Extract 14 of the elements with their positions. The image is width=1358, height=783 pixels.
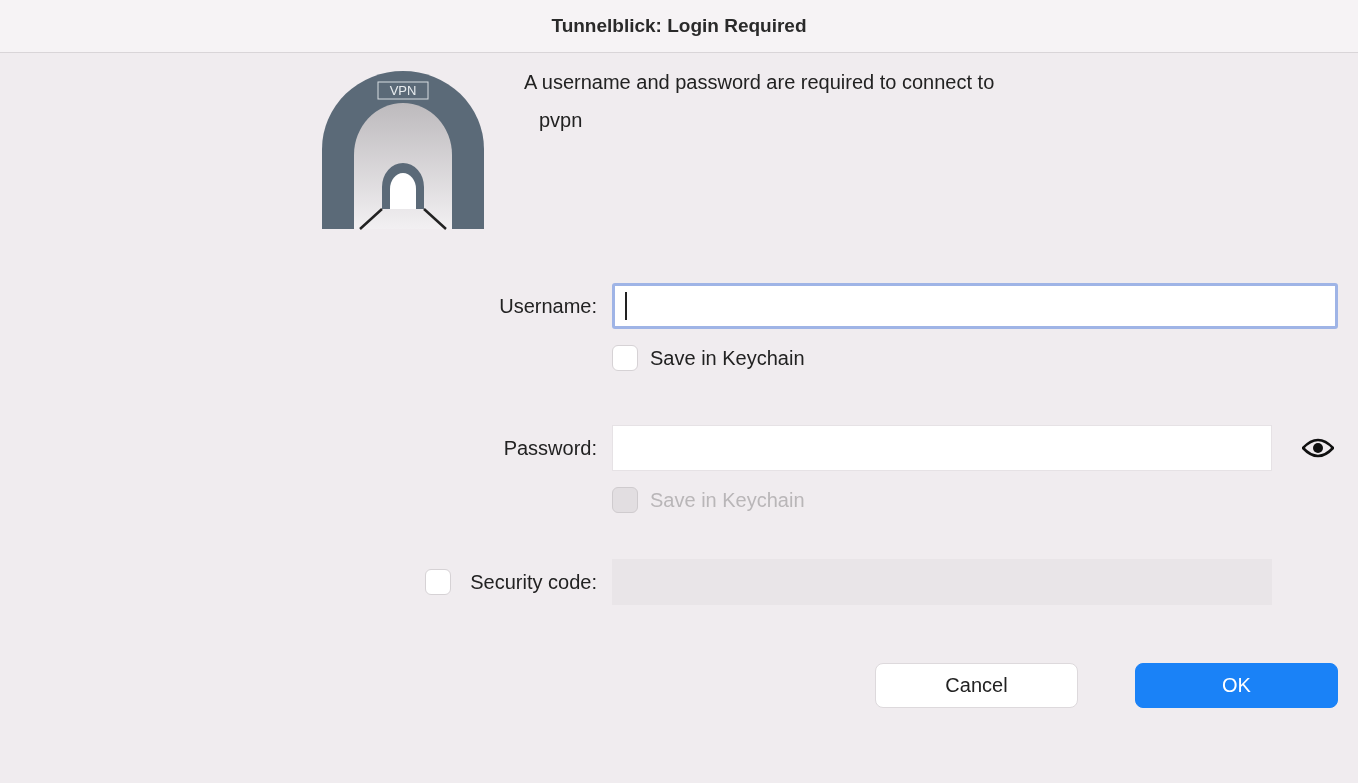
eye-icon[interactable] xyxy=(1302,438,1334,458)
ok-button[interactable]: OK xyxy=(1135,663,1338,708)
cancel-button[interactable]: Cancel xyxy=(875,663,1078,708)
field-label: Password: xyxy=(503,436,597,460)
field-label: Username: xyxy=(499,294,597,318)
checkbox[interactable] xyxy=(612,345,638,371)
checkbox-label: Save in Keychain xyxy=(650,346,805,370)
message-text: A username and password are required to connect to xyxy=(524,70,995,95)
field-label: Security code: xyxy=(470,570,597,594)
window-title: Tunnelblick: Login Required xyxy=(551,15,807,37)
message-text: pvpn xyxy=(538,108,584,133)
password-field[interactable] xyxy=(612,425,1272,471)
tunnel-icon: VPN xyxy=(320,69,486,231)
username-field[interactable] xyxy=(612,283,1338,329)
